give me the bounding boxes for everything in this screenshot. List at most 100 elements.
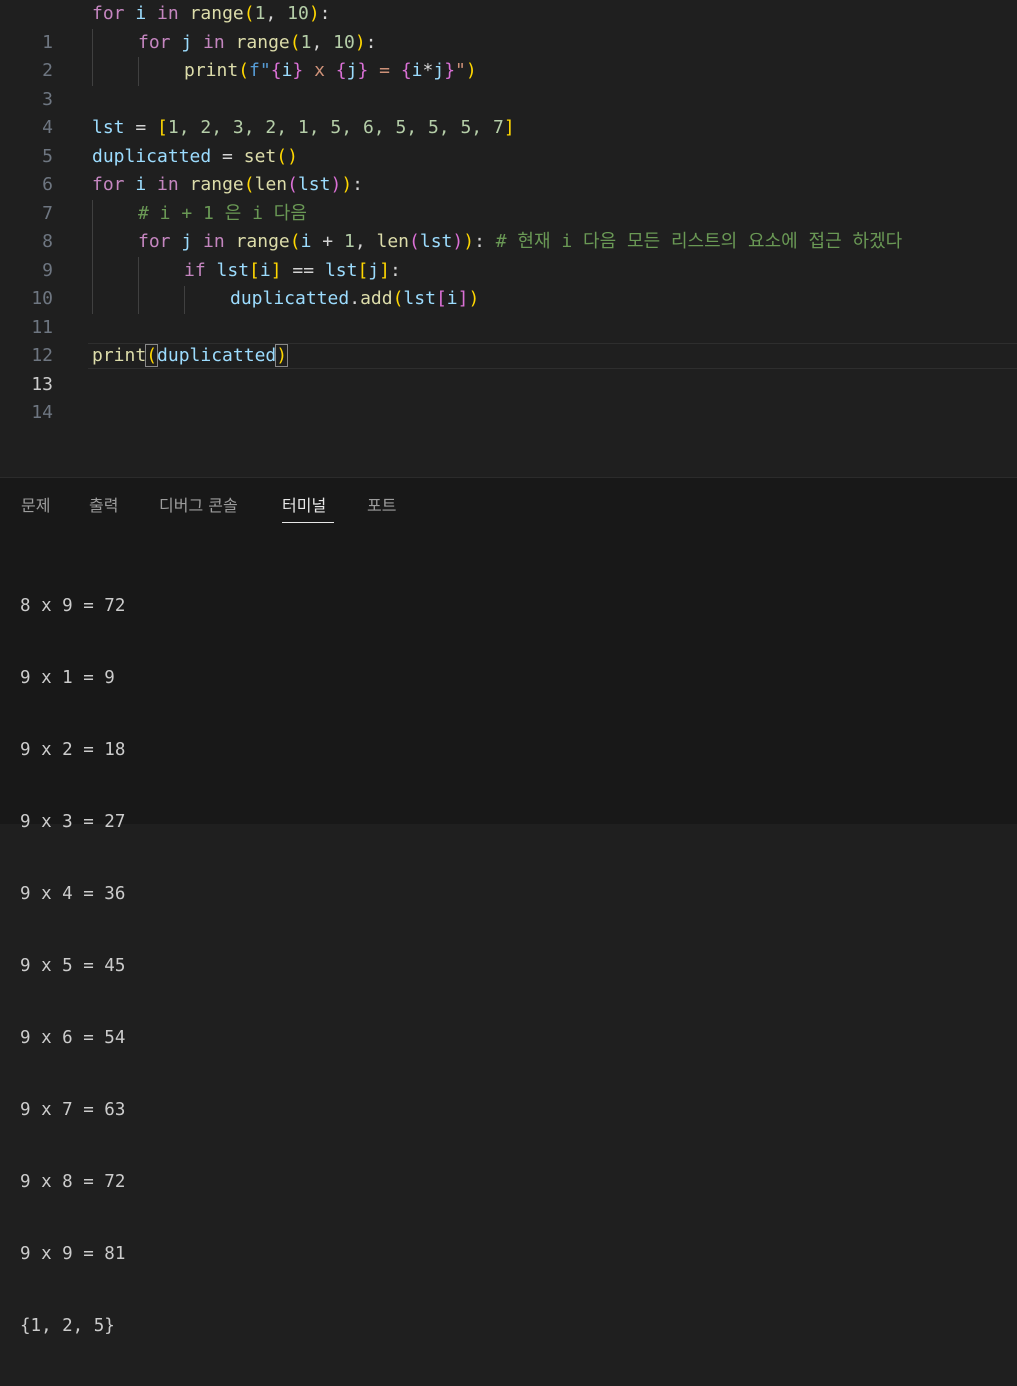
- tab-terminal[interactable]: 터미널: [282, 492, 326, 516]
- punct: ,: [265, 3, 288, 24]
- brace: }: [292, 60, 304, 81]
- variable: lst: [216, 259, 250, 281]
- variable: lst: [324, 259, 358, 281]
- paren: ): [463, 231, 475, 252]
- paren: ): [308, 3, 320, 24]
- paren: (: [238, 60, 250, 81]
- code-line-13[interactable]: 13 print(duplicatted): [0, 342, 1017, 395]
- punct: :: [352, 174, 364, 195]
- variable: i: [446, 288, 458, 309]
- terminal-line: 9 x 7 = 63: [20, 1100, 126, 1120]
- variable: lst: [419, 231, 453, 252]
- paren: (: [287, 174, 298, 195]
- paren: ): [468, 288, 480, 309]
- operator: *: [422, 60, 434, 81]
- number-list: 1, 2, 3, 2, 1, 5, 6, 5, 5, 5, 7: [167, 117, 504, 138]
- function-name: range: [189, 3, 244, 24]
- terminal-line: 9 x 3 = 27: [20, 812, 126, 832]
- code-text[interactable]: duplicatted.add(lst[i]): [230, 285, 479, 314]
- code-text[interactable]: for i in range(1, 10):: [92, 0, 331, 29]
- terminal-line: 9 x 4 = 36: [20, 884, 126, 904]
- code-text[interactable]: # i + 1 은 i 다음: [138, 200, 307, 229]
- paren: (: [392, 288, 404, 309]
- number: 1: [254, 3, 266, 24]
- code-line-10[interactable]: 10 if lst[i] == lst[j]:: [0, 257, 1017, 310]
- variable: lst: [403, 288, 436, 309]
- code-line-7[interactable]: 7 for i in range(len(lst)):: [0, 171, 1017, 224]
- code-text[interactable]: for j in range(i + 1, len(lst)): # 현재 i …: [138, 228, 902, 257]
- line-number: 14: [31, 402, 53, 423]
- comment: # i + 1 은 i 다음: [138, 202, 307, 224]
- operator: =: [211, 145, 244, 167]
- terminal-line: 9 x 6 = 54: [20, 1028, 126, 1048]
- keyword-for: for: [138, 231, 171, 252]
- variable: lst: [92, 117, 125, 138]
- bracket: ]: [457, 288, 469, 309]
- punct: :: [389, 259, 401, 281]
- variable: j: [181, 231, 193, 252]
- code-line-2[interactable]: 2 for j in range(1, 10):: [0, 29, 1017, 82]
- code-line-11[interactable]: 11 duplicatted.add(lst[i]): [0, 285, 1017, 338]
- tab-problems[interactable]: 문제: [21, 492, 50, 516]
- tab-ports[interactable]: 포트: [367, 492, 396, 516]
- paren: (: [289, 231, 301, 252]
- brace: {: [270, 60, 282, 81]
- paren: (: [276, 145, 288, 167]
- function-name: add: [360, 288, 393, 309]
- paren: (: [243, 3, 255, 24]
- variable: i: [281, 60, 293, 81]
- terminal-output[interactable]: 8 x 9 = 72 9 x 1 = 9 9 x 2 = 18 9 x 3 = …: [20, 546, 125, 1386]
- code-text[interactable]: for j in range(1, 10):: [138, 29, 377, 58]
- operator: +: [311, 231, 344, 252]
- variable: i: [259, 259, 271, 281]
- terminal-line: 9 x 5 = 45: [20, 956, 126, 976]
- code-line-9[interactable]: 9 for j in range(i + 1, len(lst)): # 현재 …: [0, 228, 1017, 281]
- variable: lst: [297, 174, 331, 195]
- code-text[interactable]: duplicatted = set(): [92, 143, 298, 172]
- bracket: [: [249, 259, 260, 281]
- keyword-in: in: [203, 31, 225, 53]
- terminal-line: 8 x 9 = 72: [20, 596, 126, 616]
- number: 10: [333, 31, 355, 53]
- tab-debug-console[interactable]: 디버그 콘솔: [159, 492, 238, 516]
- tab-output[interactable]: 출력: [89, 492, 118, 516]
- code-text[interactable]: print(f"{i} x {j} = {i*j}"): [184, 57, 477, 86]
- paren: ): [287, 145, 298, 167]
- variable: j: [433, 60, 445, 81]
- code-line-12[interactable]: 12: [0, 314, 1017, 366]
- terminal-line: {1, 2, 5}: [20, 1316, 115, 1336]
- function-name: range: [235, 231, 290, 252]
- code-text[interactable]: print(duplicatted): [92, 342, 289, 371]
- function-name: print: [92, 345, 147, 366]
- function-name: len: [254, 174, 288, 195]
- code-text[interactable]: for i in range(len(lst)):: [92, 171, 363, 200]
- code-text[interactable]: if lst[i] == lst[j]:: [184, 257, 401, 286]
- variable: duplicatted: [157, 345, 277, 366]
- variable: i: [135, 174, 147, 195]
- code-editor[interactable]: 1 for i in range(1, 10): 2 for j in rang…: [0, 0, 1017, 477]
- active-tab-indicator: [282, 522, 334, 523]
- number: 10: [287, 3, 309, 24]
- terminal-line: 9 x 9 = 81: [20, 1244, 126, 1264]
- keyword-for: for: [92, 174, 125, 195]
- keyword-in: in: [157, 174, 179, 195]
- operator: ==: [281, 259, 325, 281]
- fstring-prefix: f": [249, 60, 271, 81]
- code-text[interactable]: lst = [1, 2, 3, 2, 1, 5, 6, 5, 5, 5, 7]: [92, 114, 515, 143]
- variable: j: [181, 31, 193, 53]
- code-line-5[interactable]: 5 lst = [1, 2, 3, 2, 1, 5, 6, 5, 5, 5, 7…: [0, 114, 1017, 167]
- function-name: set: [243, 145, 277, 167]
- code-line-8[interactable]: 8 # i + 1 은 i 다음: [0, 200, 1017, 253]
- variable: duplicatted: [230, 288, 350, 309]
- code-line-4[interactable]: 4: [0, 86, 1017, 138]
- code-line-1[interactable]: 1 for i in range(1, 10):: [0, 0, 1017, 53]
- code-line-14[interactable]: 14: [0, 371, 1017, 423]
- keyword-for: for: [138, 31, 171, 53]
- code-line-6[interactable]: 6 duplicatted = set(): [0, 143, 1017, 196]
- code-line-3[interactable]: 3 print(f"{i} x {j} = {i*j}"): [0, 57, 1017, 110]
- function-name: range: [235, 31, 290, 53]
- keyword-if: if: [184, 259, 206, 281]
- punct: ,: [354, 231, 377, 252]
- keyword-for: for: [92, 3, 125, 24]
- paren: ): [465, 60, 477, 81]
